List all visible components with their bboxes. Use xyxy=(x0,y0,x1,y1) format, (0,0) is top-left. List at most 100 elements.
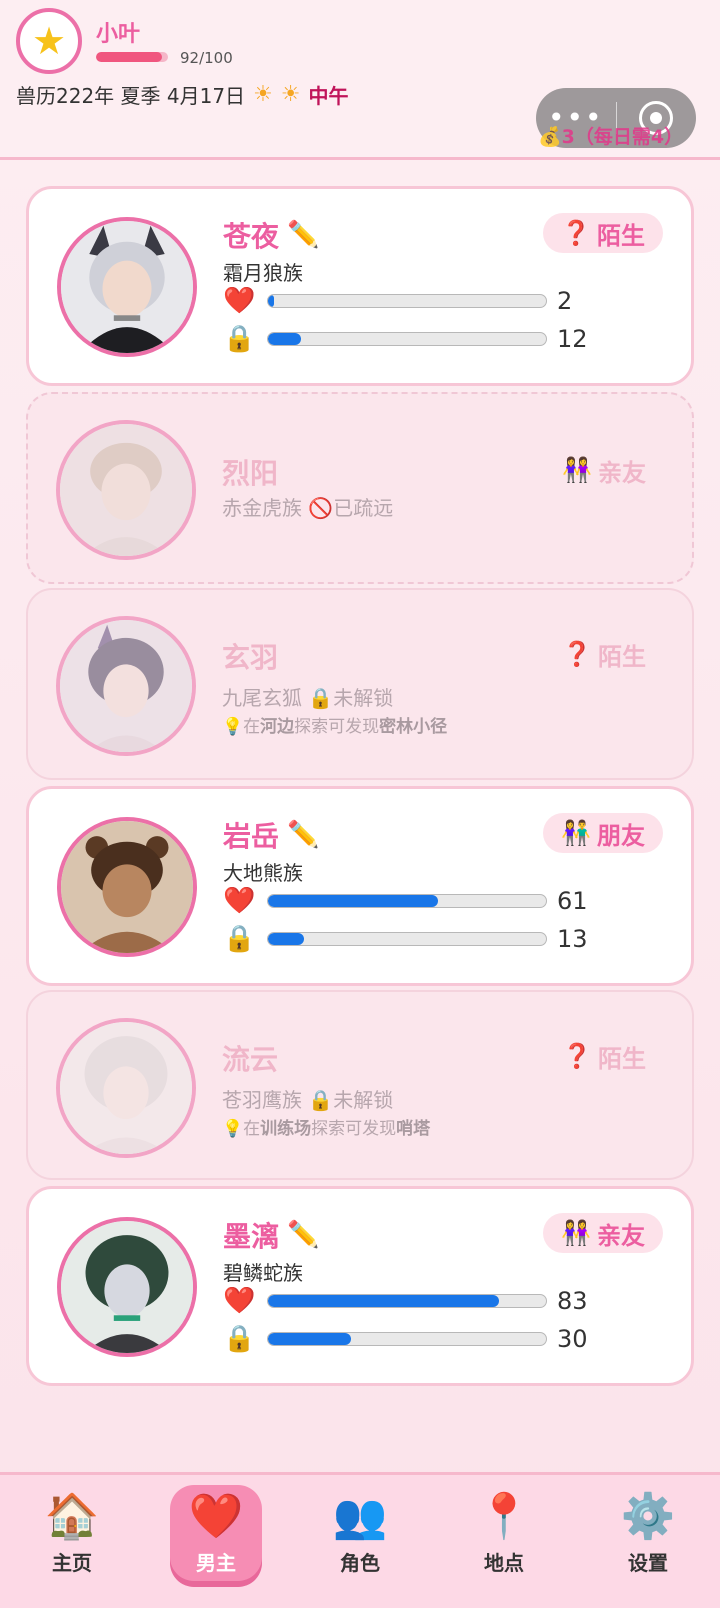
affection-row: ❤️ 2 xyxy=(223,287,572,315)
lock-icon: 🔒 xyxy=(223,924,256,954)
lightbulb-icon: 💡 xyxy=(222,1119,244,1139)
character-portrait xyxy=(56,420,196,560)
affection-row: ❤️ 61 xyxy=(223,887,588,915)
character-card[interactable]: 流云 ❓ 陌生 苍羽鹰族 🔒未解锁 💡在训练场探索可发现哨塔 xyxy=(26,990,694,1180)
character-race: 赤金虎族 🚫已疏远 xyxy=(222,496,394,520)
affection-bar xyxy=(267,294,547,308)
lock-bar xyxy=(267,332,547,346)
lock-row: 🔒 30 xyxy=(223,1325,588,1353)
lock-row: 🔒 13 xyxy=(223,925,588,953)
affection-fill xyxy=(268,1295,499,1307)
affection-fill xyxy=(268,895,438,907)
character-portrait xyxy=(57,817,197,957)
character-card[interactable]: 墨漓 ✏️ 👭 亲友 碧鳞蛇族 ❤️ 83 🔒 30 xyxy=(26,1186,694,1386)
nav-label: 主页 xyxy=(52,1551,92,1575)
character-race: 霜月狼族 xyxy=(223,261,303,285)
affection-fill xyxy=(268,295,274,307)
unlock-hint: 💡在河边探索可发现密林小径 xyxy=(222,717,448,737)
lock-value: 12 xyxy=(557,325,588,353)
pencil-icon[interactable]: ✏️ xyxy=(287,220,319,250)
heart-icon: ❤️ xyxy=(223,1286,256,1316)
affection-value: 2 xyxy=(557,287,573,315)
character-name: 苍夜 ✏️ xyxy=(223,220,320,253)
affection-row: ❤️ 83 xyxy=(223,1287,588,1315)
character-race: 大地熊族 xyxy=(223,861,303,885)
two-women-icon: 👭 xyxy=(561,1219,591,1247)
bottom-nav: 🏠 主页 ❤️ 男主 👥 角色 📍 地点 ⚙️ 设置 xyxy=(0,1472,720,1608)
xp-progress-bar xyxy=(96,52,168,62)
friends-icon: 👫 xyxy=(561,819,591,847)
coin-counter: 💰3（每日需4） xyxy=(538,126,684,148)
nav-settings[interactable]: ⚙️ 设置 xyxy=(576,1475,720,1608)
pencil-icon[interactable]: ✏️ xyxy=(287,1220,319,1250)
character-portrait xyxy=(57,217,197,357)
character-card[interactable]: 烈阳 👭 亲友 赤金虎族 🚫已疏远 xyxy=(26,392,694,584)
star-icon: ★ xyxy=(31,19,67,63)
lock-fill xyxy=(268,333,302,345)
date-text: 兽历222年 夏季 4月17日 xyxy=(16,84,246,108)
status-badge: 👫 朋友 xyxy=(543,813,663,853)
character-card[interactable]: 岩岳 ✏️ 👫 朋友 大地熊族 ❤️ 61 🔒 13 xyxy=(26,786,694,986)
character-name: 岩岳 ✏️ xyxy=(223,820,320,853)
status-badge: 👭 亲友 xyxy=(562,456,646,487)
character-race: 九尾玄狐 🔒未解锁 xyxy=(222,686,394,710)
lock-value: 13 xyxy=(557,925,588,953)
nav-home[interactable]: 🏠 主页 xyxy=(0,1475,144,1608)
status-badge: 👭 亲友 xyxy=(543,1213,663,1253)
sun-icon: ☀ xyxy=(253,82,273,107)
question-icon: ❓ xyxy=(562,640,592,668)
question-icon: ❓ xyxy=(561,219,591,247)
lock-fill xyxy=(268,933,305,945)
nav-label: 男主 xyxy=(196,1551,236,1575)
gear-icon: ⚙️ xyxy=(620,1491,676,1542)
heart-icon: ❤️ xyxy=(188,1491,244,1542)
character-portrait xyxy=(57,1217,197,1357)
question-icon: ❓ xyxy=(562,1042,592,1070)
nav-locations[interactable]: 📍 地点 xyxy=(432,1475,576,1608)
lightbulb-icon: 💡 xyxy=(222,717,244,737)
user-name: 小叶 xyxy=(96,22,141,47)
affection-value: 83 xyxy=(557,1287,588,1315)
xp-progress-fill xyxy=(96,52,163,62)
status-header: ★ 小叶 92/100 兽历222年 夏季 4月17日 ☀ ☀ 中午 ••• 💰… xyxy=(0,0,720,160)
status-badge: ❓ 陌生 xyxy=(562,640,646,671)
lock-row: 🔒 12 xyxy=(223,325,588,353)
xp-text: 92/100 xyxy=(180,49,233,67)
user-avatar[interactable]: ★ xyxy=(16,8,82,74)
pencil-icon[interactable]: ✏️ xyxy=(287,820,319,850)
character-race: 苍羽鹰族 🔒未解锁 xyxy=(222,1088,394,1112)
people-icon: 👥 xyxy=(332,1491,388,1542)
affection-bar xyxy=(267,1294,547,1308)
nav-label: 设置 xyxy=(628,1551,668,1575)
lock-icon: 🔒 xyxy=(223,324,256,354)
house-icon: 🏠 xyxy=(44,1491,100,1542)
character-name: 墨漓 ✏️ xyxy=(223,1220,320,1253)
character-name: 烈阳 xyxy=(222,457,279,490)
character-card[interactable]: 玄羽 ❓ 陌生 九尾玄狐 🔒未解锁 💡在河边探索可发现密林小径 xyxy=(26,588,694,780)
lock-icon: 🔒 xyxy=(308,686,334,710)
lock-icon: 🔒 xyxy=(308,1088,334,1112)
nav-male-leads[interactable]: ❤️ 男主 xyxy=(144,1475,288,1608)
date-line: 兽历222年 夏季 4月17日 ☀ ☀ 中午 xyxy=(16,80,349,109)
lock-icon: 🔒 xyxy=(223,1324,256,1354)
affection-value: 61 xyxy=(557,887,588,915)
pin-icon: 📍 xyxy=(476,1491,532,1542)
lock-bar xyxy=(267,1332,547,1346)
character-portrait xyxy=(56,616,196,756)
sun-icon: ☀ xyxy=(280,82,301,107)
character-portrait xyxy=(56,1018,196,1158)
two-women-icon: 👭 xyxy=(562,456,592,484)
character-race: 碧鳞蛇族 xyxy=(223,1261,303,1285)
status-badge: ❓ 陌生 xyxy=(562,1042,646,1073)
lock-value: 30 xyxy=(557,1325,588,1353)
heart-icon: ❤️ xyxy=(223,286,256,316)
prohibited-icon: 🚫 xyxy=(308,496,334,520)
time-label: 中午 xyxy=(308,84,349,108)
nav-characters[interactable]: 👥 角色 xyxy=(288,1475,432,1608)
heart-icon: ❤️ xyxy=(223,886,256,916)
nav-label: 地点 xyxy=(484,1551,524,1575)
unlock-hint: 💡在训练场探索可发现哨塔 xyxy=(222,1119,431,1139)
character-card[interactable]: 苍夜 ✏️ ❓ 陌生 霜月狼族 ❤️ 2 🔒 12 xyxy=(26,186,694,386)
character-name: 流云 xyxy=(222,1043,279,1076)
affection-bar xyxy=(267,894,547,908)
